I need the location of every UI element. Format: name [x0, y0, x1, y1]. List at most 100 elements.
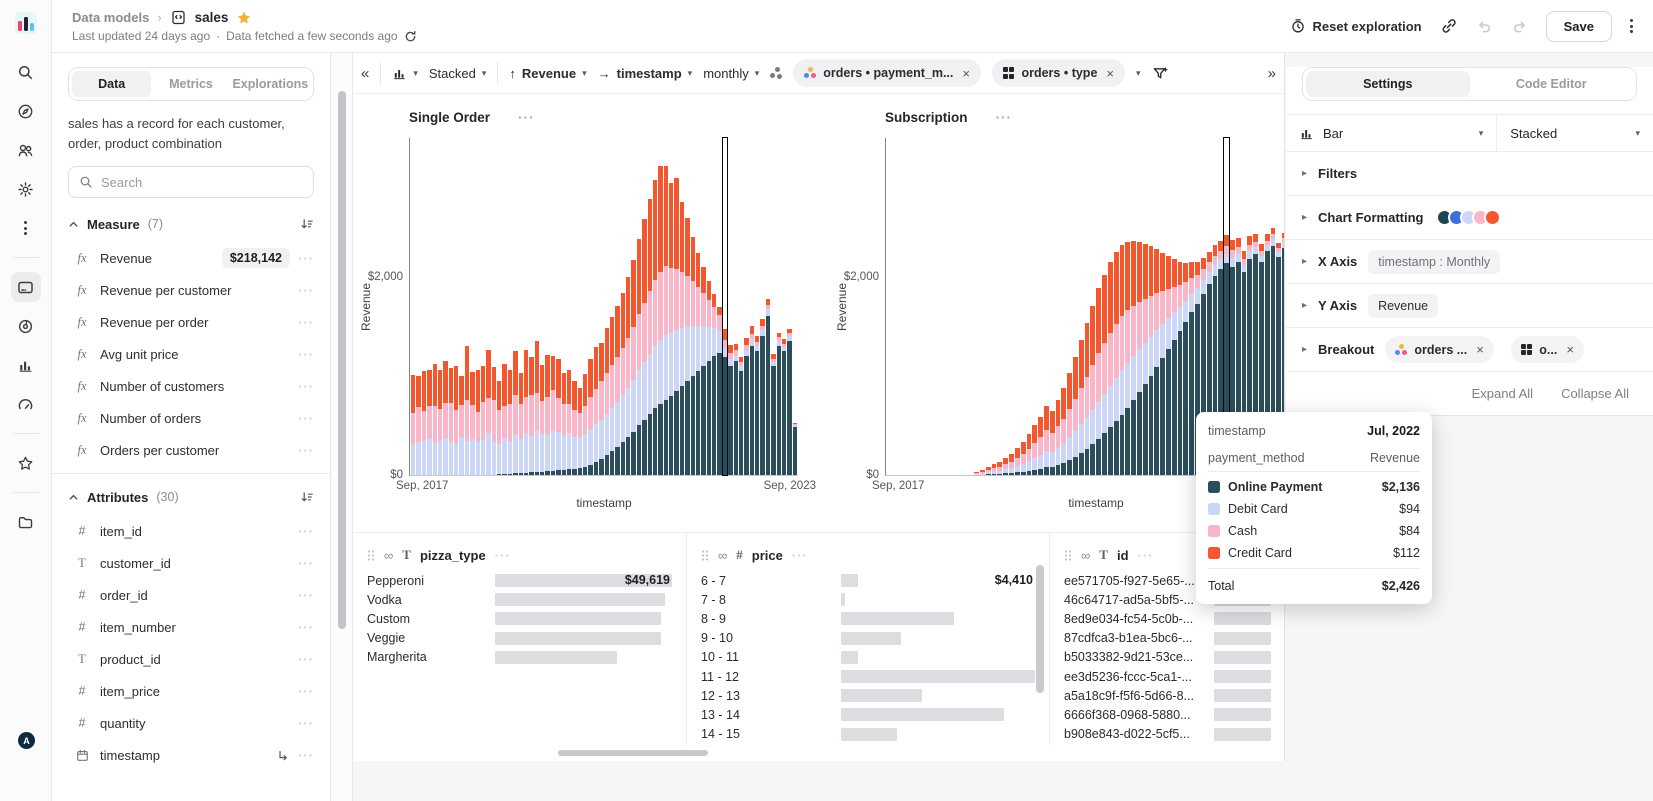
- bar[interactable]: [1114, 138, 1119, 475]
- stack-style-dropdown[interactable]: Stacked▾: [429, 66, 487, 81]
- drag-handle-icon[interactable]: [367, 549, 375, 562]
- quickviz-row[interactable]: 10 - 11: [701, 648, 1035, 667]
- undo-icon[interactable]: [1476, 18, 1493, 35]
- bar[interactable]: [416, 138, 420, 475]
- bar[interactable]: [1027, 138, 1032, 475]
- panel-tab-settings[interactable]: Settings: [1306, 71, 1470, 97]
- bar[interactable]: [422, 138, 426, 475]
- bar[interactable]: [739, 138, 743, 475]
- field-item-item_number[interactable]: #item_number···: [68, 611, 314, 643]
- quickviz-menu-icon[interactable]: ···: [792, 548, 808, 563]
- bar[interactable]: [1149, 138, 1154, 475]
- filter-add-icon[interactable]: [1152, 65, 1169, 82]
- bar[interactable]: [980, 138, 985, 475]
- bar[interactable]: [486, 138, 490, 475]
- stacked-bars[interactable]: [411, 138, 798, 475]
- favorite-star-icon[interactable]: [236, 10, 252, 26]
- gauge-icon[interactable]: [11, 389, 41, 419]
- save-button[interactable]: Save: [1546, 11, 1612, 42]
- bar[interactable]: [787, 138, 791, 475]
- bar[interactable]: [928, 138, 933, 475]
- field-item-item_id[interactable]: #item_id···: [68, 515, 314, 547]
- bar[interactable]: [1061, 138, 1066, 475]
- horizontal-scrollbar-thumb[interactable]: [558, 750, 708, 756]
- collapse-all-link[interactable]: Collapse All: [1561, 386, 1629, 401]
- bar[interactable]: [631, 138, 635, 475]
- bar[interactable]: [674, 138, 678, 475]
- bar[interactable]: [653, 138, 657, 475]
- close-icon[interactable]: ×: [1106, 66, 1114, 81]
- breakout-pill-type[interactable]: orders • type ×: [992, 59, 1125, 87]
- pill-overflow-caret-icon[interactable]: ▾: [1136, 68, 1141, 79]
- quickviz-row[interactable]: 11 - 12: [701, 667, 1035, 686]
- section-y-axis[interactable]: ▸ Y Axis Revenue: [1286, 283, 1653, 327]
- chart-menu-icon[interactable]: ···: [996, 110, 1013, 125]
- bar[interactable]: [680, 138, 684, 475]
- bar[interactable]: [411, 138, 415, 475]
- sort-icon[interactable]: [300, 217, 314, 231]
- bar[interactable]: [551, 138, 555, 475]
- quickviz-row[interactable]: 6 - 7$4,410: [701, 571, 1035, 590]
- bar[interactable]: [502, 138, 506, 475]
- bar[interactable]: [1178, 138, 1183, 475]
- bar[interactable]: [524, 138, 528, 475]
- field-item-item_price[interactable]: #item_price···: [68, 675, 314, 707]
- section-filters[interactable]: ▸ Filters: [1286, 151, 1653, 195]
- expand-panel-icon[interactable]: »: [1268, 65, 1276, 82]
- x-axis-chip[interactable]: timestamp : Monthly: [1368, 250, 1500, 274]
- field-more-icon[interactable]: ···: [298, 556, 314, 571]
- bar[interactable]: [476, 138, 480, 475]
- more-icon[interactable]: [11, 213, 41, 243]
- folder-icon[interactable]: [11, 507, 41, 537]
- bar[interactable]: [1067, 138, 1072, 475]
- bar[interactable]: [669, 138, 673, 475]
- bar[interactable]: [567, 138, 571, 475]
- quickviz-row[interactable]: 14 - 15: [701, 725, 1035, 744]
- bar[interactable]: [1108, 138, 1113, 475]
- bar[interactable]: [1085, 138, 1090, 475]
- x-field-dropdown[interactable]: →timestamp▾: [598, 66, 693, 81]
- quickviz-row[interactable]: Vodka: [367, 590, 672, 609]
- quickviz-row[interactable]: 12 - 13: [701, 686, 1035, 705]
- bar[interactable]: [717, 138, 721, 475]
- field-item-timestamp[interactable]: timestamp···: [68, 739, 314, 771]
- bar[interactable]: [691, 138, 695, 475]
- field-item-quantity[interactable]: #quantity···: [68, 707, 314, 739]
- bar[interactable]: [438, 138, 442, 475]
- bar[interactable]: [594, 138, 598, 475]
- bar[interactable]: [605, 138, 609, 475]
- granularity-dropdown[interactable]: monthly▾: [703, 66, 759, 81]
- breadcrumb-root[interactable]: Data models: [72, 10, 149, 25]
- bar[interactable]: [1120, 138, 1125, 475]
- collapse-panel-icon[interactable]: «: [361, 65, 369, 82]
- bar[interactable]: [793, 138, 797, 475]
- quickviz-row[interactable]: b5033382-9d21-53ce...: [1064, 648, 1271, 667]
- bar[interactable]: [642, 138, 646, 475]
- user-avatar[interactable]: A: [18, 732, 35, 749]
- bar[interactable]: [1172, 138, 1177, 475]
- bar[interactable]: [734, 138, 738, 475]
- quickviz-menu-icon[interactable]: ···: [495, 548, 511, 563]
- bar[interactable]: [887, 138, 892, 475]
- price-scrollbar-thumb[interactable]: [1036, 565, 1044, 693]
- bar[interactable]: [1038, 138, 1043, 475]
- chart-type-dropdown[interactable]: ▾: [392, 66, 418, 81]
- bar[interactable]: [1166, 138, 1171, 475]
- drag-handle-icon[interactable]: [1064, 549, 1072, 562]
- quickviz-row[interactable]: 9 - 10: [701, 629, 1035, 648]
- bar[interactable]: [899, 138, 904, 475]
- bar[interactable]: [904, 138, 909, 475]
- bar[interactable]: [443, 138, 447, 475]
- section-breakout[interactable]: ▸ Breakout orders ... × o... ×: [1286, 327, 1653, 371]
- bar[interactable]: [1189, 138, 1194, 475]
- quickviz-row[interactable]: Margherita: [367, 648, 672, 667]
- field-item-revenue-per-customer[interactable]: fxRevenue per customer···: [68, 274, 314, 306]
- bar[interactable]: [1090, 138, 1095, 475]
- refresh-icon[interactable]: [404, 30, 417, 43]
- bar[interactable]: [951, 138, 956, 475]
- sidebar-scrollbar[interactable]: [332, 53, 353, 801]
- bar[interactable]: [685, 138, 689, 475]
- canvas-icon[interactable]: [11, 272, 41, 302]
- share-link-icon[interactable]: [1440, 17, 1458, 35]
- bar[interactable]: [986, 138, 991, 475]
